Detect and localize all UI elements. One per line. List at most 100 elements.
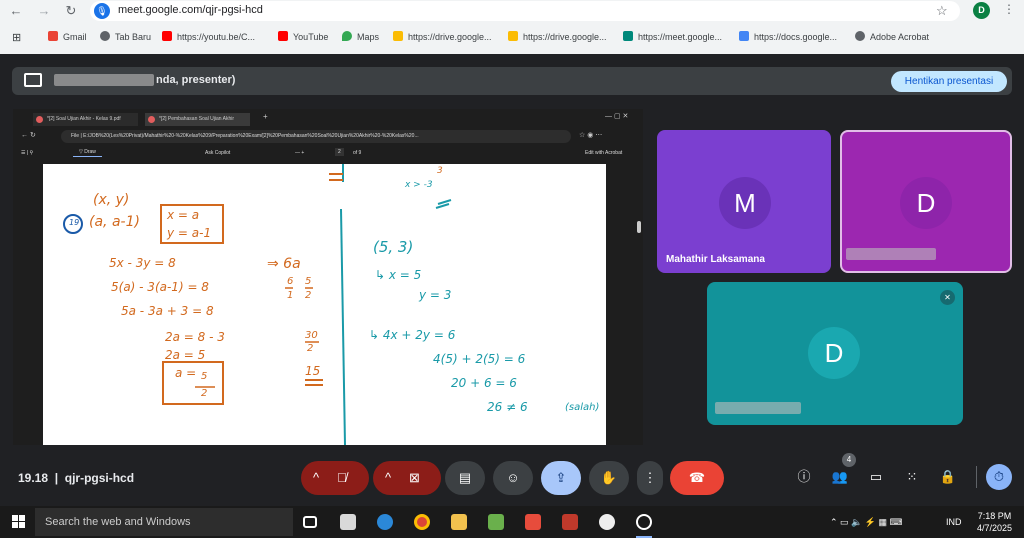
- windows-taskbar: Search the web and Windows ⌃ ▭ 🔈 ⚡ ▦ ⌨ I…: [0, 506, 1024, 538]
- bookmark-docs[interactable]: https://docs.google...: [739, 31, 837, 42]
- hw-right4: ↳ 4x + 2y = 6: [369, 328, 456, 342]
- hw-mid2-num-r: 5: [305, 276, 312, 287]
- new-tab-icon: +: [263, 112, 268, 121]
- pdf-page-current: 2: [335, 148, 344, 156]
- bookmark-youtube[interactable]: YouTube: [278, 31, 328, 42]
- mic-control: ^ 🎙̸: [301, 461, 369, 495]
- hw-right3: y = 3: [419, 288, 452, 302]
- browser-menu-icon[interactable]: ⋮: [1003, 2, 1015, 16]
- language-indicator[interactable]: IND: [946, 517, 962, 527]
- reload-icon[interactable]: ↻: [63, 3, 79, 19]
- app-pdf-icon[interactable]: [562, 514, 578, 530]
- host-controls-button[interactable]: 🔒: [936, 465, 960, 489]
- camera-control: ^ ⊠: [373, 461, 441, 495]
- meeting-details-button[interactable]: ⓘ: [792, 465, 816, 489]
- bookmarks-bar: ⊞ Gmail Tab Baru https://youtu.be/C... Y…: [0, 27, 1024, 49]
- bookmark-adobe-acrobat[interactable]: Adobe Acrobat: [855, 31, 929, 42]
- address-url[interactable]: meet.google.com/qjr-pgsi-hcd: [118, 4, 263, 16]
- taskbar-clock[interactable]: 7:18 PM 4/7/2025: [977, 510, 1012, 534]
- apps-grid-icon[interactable]: ⊞: [12, 31, 21, 44]
- chrome-icon[interactable]: [414, 514, 430, 530]
- mic-off-button[interactable]: 🎙̸: [337, 461, 347, 495]
- leave-call-button[interactable]: ☎: [670, 461, 724, 495]
- address-bar[interactable]: 🎙 meet.google.com/qjr-pgsi-hcd: [90, 1, 960, 21]
- bookmark-meet[interactable]: https://meet.google...: [623, 31, 722, 42]
- timer-button[interactable]: ⏱: [986, 464, 1012, 490]
- forward-icon[interactable]: →: [36, 3, 52, 19]
- meet-stage: nda, presenter) Hentikan presentasi *[2]…: [0, 54, 1024, 506]
- meeting-info: 19.18 | qjr-pgsi-hcd: [18, 471, 135, 485]
- present-screen-icon: [24, 73, 42, 87]
- pdf-address-row: ← ↻ File | E:/JOB%20(Les%20Privat)/Mahat…: [13, 128, 643, 145]
- mic-off-icon: ✕: [940, 290, 955, 305]
- activities-button[interactable]: ⁙: [900, 465, 924, 489]
- present-button[interactable]: ⇪: [541, 461, 581, 495]
- app-red-icon[interactable]: [525, 514, 541, 530]
- globe-icon: [855, 31, 865, 41]
- app-puzzle-icon[interactable]: [599, 514, 615, 530]
- bookmark-drive-1[interactable]: https://drive.google...: [393, 31, 492, 42]
- pdf-tab-row: *[2] Soal Ujian Akhir - Kelas 9.pdf *[2]…: [13, 111, 643, 127]
- toolbar-divider: [976, 466, 977, 488]
- edge-icon[interactable]: [377, 514, 393, 530]
- hw-point: (x, y): [93, 192, 130, 208]
- task-view-icon[interactable]: [303, 516, 317, 528]
- pdf-browser-icons: ☆ ◉ ⋯: [579, 132, 603, 139]
- gmail-icon: [48, 31, 58, 41]
- participant-avatar: M: [719, 177, 771, 229]
- chart-app-icon[interactable]: [488, 514, 504, 530]
- bookmark-tab-baru[interactable]: Tab Baru: [100, 31, 151, 42]
- mic-options-chevron-icon[interactable]: ^: [313, 470, 319, 485]
- info-icon: ⓘ: [797, 469, 811, 484]
- store-icon[interactable]: [340, 514, 356, 530]
- bookmark-star-icon[interactable]: ☆: [936, 3, 948, 19]
- camera-options-chevron-icon[interactable]: ^: [385, 470, 391, 485]
- browser-chrome: ← → ↻ 🎙 meet.google.com/qjr-pgsi-hcd ☆ D…: [0, 0, 1024, 54]
- docs-icon: [739, 31, 749, 41]
- captions-button[interactable]: ▤: [445, 461, 485, 495]
- hw-mid1: ⇒ 6a: [267, 256, 301, 272]
- meeting-code: qjr-pgsi-hcd: [64, 471, 135, 485]
- youtube-icon: [278, 31, 288, 41]
- hw-eq5: 2a = 5: [165, 348, 206, 362]
- hw-mid2-den-l: 1: [287, 290, 294, 301]
- hw-mid2-num-l: 6: [287, 276, 294, 287]
- people-icon: 👥: [831, 469, 849, 484]
- pdf-tools-icons: ☰ | ⚲: [21, 150, 34, 156]
- maps-pin-icon: [342, 31, 352, 41]
- stop-presenting-button[interactable]: Hentikan presentasi: [891, 71, 1007, 92]
- lock-person-icon: 🔒: [939, 469, 957, 484]
- app-circle-icon[interactable]: [636, 514, 652, 530]
- raise-hand-button[interactable]: ✋: [589, 461, 629, 495]
- bookmark-drive-2[interactable]: https://drive.google...: [508, 31, 607, 42]
- tray-icons[interactable]: ⌃ ▭ 🔈 ⚡ ▦ ⌨: [830, 517, 902, 528]
- meeting-time: 19.18: [18, 471, 49, 485]
- profile-avatar[interactable]: D: [973, 2, 990, 19]
- hw-mid4: 15: [305, 364, 321, 378]
- participant-tile-d1[interactable]: D: [840, 130, 1012, 273]
- hw-ans-den: 2: [201, 388, 208, 399]
- participant-tile-d2[interactable]: ✕ D: [707, 282, 963, 425]
- chat-button[interactable]: ▭: [864, 465, 888, 489]
- back-icon[interactable]: ←: [8, 3, 24, 19]
- people-button[interactable]: 👥: [828, 465, 852, 489]
- apps-grid-icon: ⁙: [906, 469, 918, 484]
- file-explorer-icon[interactable]: [451, 514, 467, 530]
- taskbar-search-input[interactable]: Search the web and Windows: [35, 508, 293, 536]
- participant-tile-mahathir[interactable]: M Mahathir Laksamana: [657, 130, 831, 273]
- microphone-site-icon[interactable]: 🎙: [94, 3, 110, 19]
- bookmark-maps[interactable]: Maps: [342, 31, 379, 42]
- hw-right2: ↳ x = 5: [375, 268, 422, 282]
- windows-start-icon[interactable]: [12, 515, 25, 528]
- clock-date: 4/7/2025: [977, 523, 1013, 533]
- timer-icon: ⏱: [993, 469, 1005, 484]
- more-options-button[interactable]: ⋮: [637, 461, 663, 495]
- bookmark-youtu-be[interactable]: https://youtu.be/C...: [162, 31, 255, 42]
- drive-icon: [508, 31, 518, 41]
- participant-avatar: D: [900, 177, 952, 229]
- participant-name: Mahathir Laksamana: [666, 254, 765, 265]
- camera-off-button[interactable]: ⊠: [409, 461, 420, 495]
- bookmark-gmail[interactable]: Gmail: [48, 31, 87, 42]
- hw-top-right-2: 3: [437, 166, 443, 176]
- reactions-button[interactable]: ☺: [493, 461, 533, 495]
